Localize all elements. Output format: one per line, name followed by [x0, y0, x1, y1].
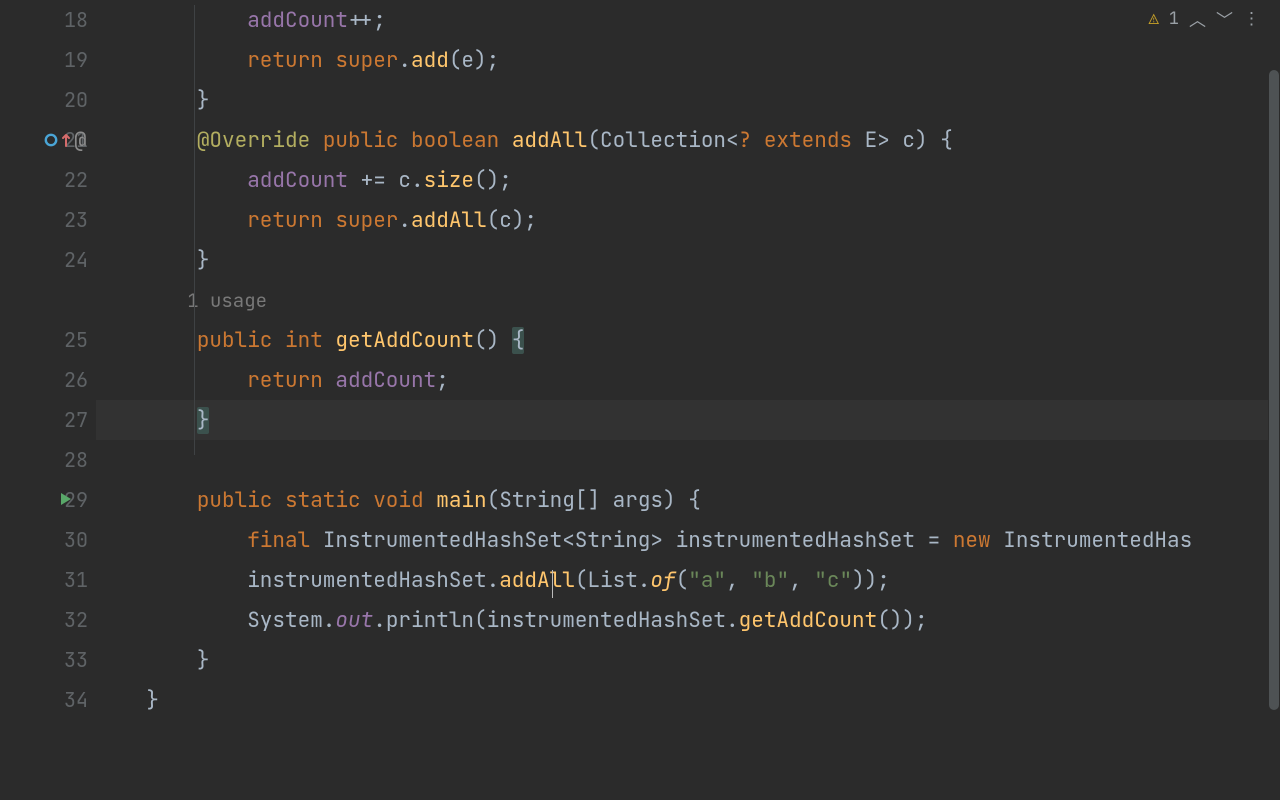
code-line[interactable]: return super.add(e);: [96, 40, 1280, 80]
line-number[interactable]: 18: [64, 7, 88, 33]
warning-count: 1: [1169, 8, 1179, 30]
line-number[interactable]: 23: [64, 207, 88, 233]
code-line[interactable]: return super.addAll(c);: [96, 200, 1280, 240]
line-number[interactable]: 24: [64, 247, 88, 273]
chevron-down-icon[interactable]: ﹀: [1216, 6, 1233, 32]
code-line[interactable]: [96, 440, 1280, 480]
code-line[interactable]: }: [96, 680, 1280, 720]
code-line[interactable]: public int getAddCount() {: [96, 320, 1280, 360]
annotation-marker: @: [74, 127, 87, 154]
code-line[interactable]: addCount++;: [96, 0, 1280, 40]
code-line[interactable]: final InstrumentedHashSet<String> instru…: [96, 520, 1280, 560]
inspection-status: ⚠ 1 ︿ ﹀ ⋮: [1149, 6, 1260, 32]
scroll-thumb[interactable]: [1269, 70, 1279, 710]
chevron-up-icon[interactable]: ︿: [1189, 6, 1206, 32]
line-number[interactable]: 25: [64, 327, 88, 353]
line-number[interactable]: 26: [64, 367, 88, 393]
text-caret: [552, 570, 553, 598]
code-line[interactable]: }: [96, 400, 1280, 440]
code-area[interactable]: addCount++; return super.add(e); } @Over…: [96, 0, 1280, 800]
code-line[interactable]: addCount += c.size();: [96, 160, 1280, 200]
code-line[interactable]: }: [96, 240, 1280, 280]
line-number[interactable]: 31: [64, 567, 88, 593]
override-icon[interactable]: [44, 132, 71, 148]
code-line[interactable]: }: [96, 640, 1280, 680]
indent-guide: [194, 5, 195, 455]
code-line[interactable]: return addCount;: [96, 360, 1280, 400]
code-editor[interactable]: 18192021@22232425262728293031323334 addC…: [0, 0, 1280, 800]
line-number[interactable]: 30: [64, 527, 88, 553]
line-number[interactable]: 28: [64, 447, 88, 473]
line-number[interactable]: 33: [64, 647, 88, 673]
code-line[interactable]: }: [96, 80, 1280, 120]
line-number[interactable]: 34: [64, 687, 88, 713]
run-icon[interactable]: [58, 487, 74, 514]
more-icon[interactable]: ⋮: [1243, 8, 1260, 30]
warning-icon: ⚠: [1149, 8, 1159, 30]
line-number[interactable]: 32: [64, 607, 88, 633]
usage-hint[interactable]: 1 usage: [96, 288, 267, 313]
code-line[interactable]: public static void main(String[] args) {: [96, 480, 1280, 520]
code-line[interactable]: System.out.println(instrumentedHashSet.g…: [96, 600, 1280, 640]
gutter: 18192021@22232425262728293031323334: [0, 0, 96, 800]
line-number[interactable]: 22: [64, 167, 88, 193]
line-number[interactable]: 19: [64, 47, 88, 73]
scrollbar[interactable]: [1268, 0, 1280, 800]
code-line[interactable]: instrumentedHashSet.addAll(List.of("a", …: [96, 560, 1280, 600]
line-number[interactable]: 27: [64, 407, 88, 433]
code-line[interactable]: @Override public boolean addAll(Collecti…: [96, 120, 1280, 160]
line-number[interactable]: 20: [64, 87, 88, 113]
